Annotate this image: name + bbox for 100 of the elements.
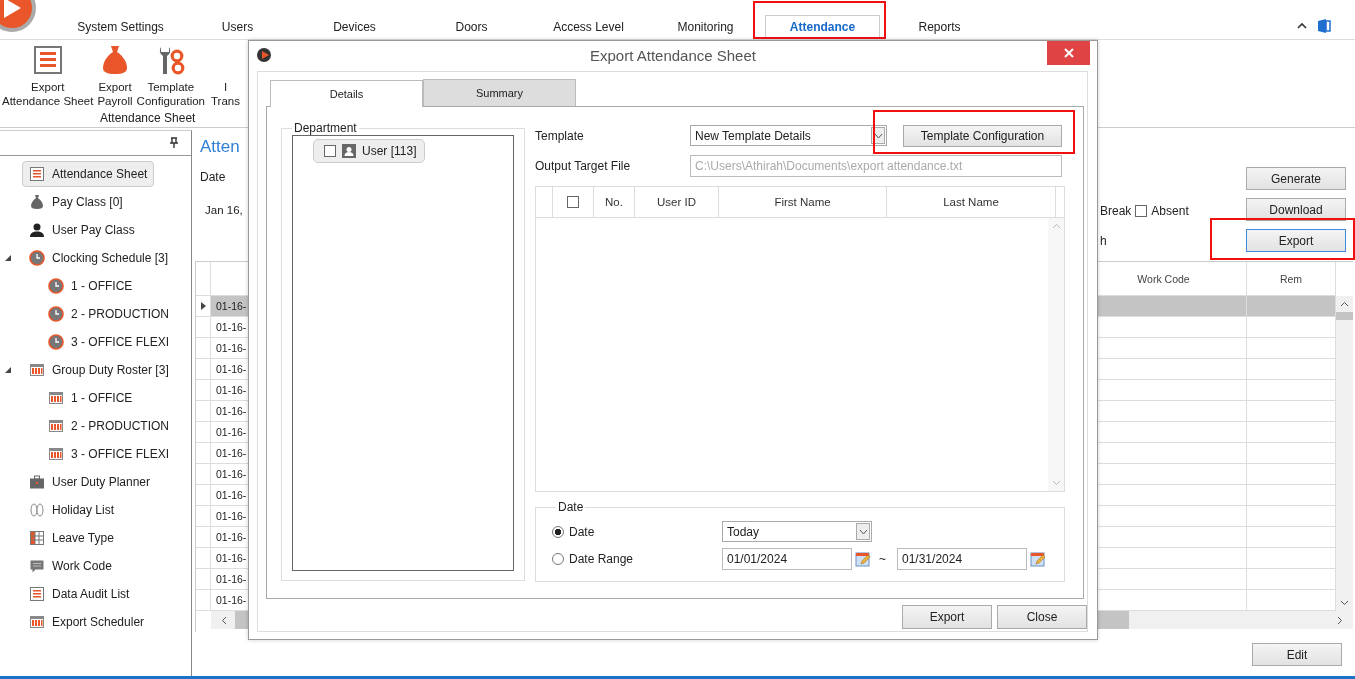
tree-item[interactable]: 2 - PRODUCTION [41,413,176,439]
tree-item[interactable]: 3 - OFFICE FLEXI [41,441,176,467]
menu-tab[interactable]: System Settings [62,16,179,39]
tree-item[interactable]: 3 - OFFICE FLEXI [41,329,176,355]
absent-checkbox[interactable] [1135,205,1148,217]
date-label: Date [200,170,227,184]
pin-icon [169,137,179,149]
scroll-left-icon [221,615,227,625]
tab[interactable]: Summary [423,79,576,106]
calendar-pencil-icon[interactable] [855,550,871,567]
tree-item[interactable]: Leave Type [22,525,121,551]
tree-item[interactable]: Holiday List [22,497,122,523]
play-icon [2,0,22,19]
money-bag-icon [29,194,45,210]
action-button[interactable]: Generate [1246,167,1346,190]
tree-item[interactable]: Group Duty Roster [3] [22,357,176,383]
menu-tab[interactable]: Devices [296,16,413,39]
menu-tab[interactable]: Access Level [530,16,647,39]
checkbox[interactable] [324,145,336,157]
date-field[interactable]: 01/31/2024 [897,547,1027,570]
dialog-button[interactable]: Close [997,605,1087,629]
tree-item[interactable]: Work Code [22,553,119,579]
template-dropdown[interactable]: New Template Details [690,125,887,146]
page-title: Atten [200,137,241,157]
menu-tab[interactable]: Users [179,16,296,39]
tree-item[interactable]: Pay Class [0] [22,189,130,215]
collapse-icon [1297,22,1307,30]
menu-tab[interactable]: Reports [881,16,998,39]
table-grid-icon [29,530,45,546]
calendar-pencil-icon[interactable] [1030,550,1046,567]
calendar-icon [29,362,45,378]
scroll-up-icon [1340,301,1349,307]
calendar-icon [48,418,64,434]
option-label: Break [1100,204,1132,218]
group-title: Department [293,121,358,135]
scroll-down-icon [1051,480,1061,486]
person-icon [342,144,356,158]
scroll-right-icon [1337,615,1343,625]
select-all-checkbox[interactable] [567,196,579,208]
clock-icon [48,306,64,322]
menu-tab[interactable]: Doors [413,16,530,39]
menu-tab[interactable]: Monitoring [647,16,764,39]
radio-option[interactable]: Date Range [552,551,722,566]
vertical-scrollbar[interactable] [1048,218,1064,491]
tree-item[interactable]: User [113] [313,139,426,163]
scroll-up-icon [1051,223,1061,229]
field-label: Template [535,128,585,143]
sandals-icon [29,502,45,518]
date-preset-dropdown[interactable]: Today [722,521,872,542]
column-header[interactable]: No. [594,187,635,217]
vertical-scrollbar[interactable] [1336,296,1353,611]
window-title: Export Attendance Sheet [590,46,756,64]
column-header[interactable]: User ID [635,187,719,217]
tree-item[interactable]: 1 - OFFICE [41,273,140,299]
calendar-icon [48,390,64,406]
menu-tab[interactable]: Attendance [765,15,880,39]
ribbon-button[interactable]: Template Configuration [134,44,207,108]
tree-item[interactable]: Export Scheduler [22,609,152,635]
ribbon-group-label: Attendance Sheet [100,111,196,125]
expanded-arrow-icon[interactable] [4,366,12,374]
dialog-button[interactable]: Export [902,605,992,629]
date-field[interactable]: 01/01/2024 [722,547,852,570]
column-header[interactable]: First Name [719,187,887,217]
play-icon [261,51,269,59]
ribbon-button[interactable]: I Trans [209,44,242,108]
tree-item[interactable]: Clocking Schedule [3] [22,245,176,271]
tree-item[interactable]: Data Audit List [22,581,137,607]
expanded-arrow-icon[interactable] [4,254,12,262]
clock-icon [48,334,64,350]
column-header[interactable]: Rem [1247,262,1336,296]
tab[interactable]: Details [270,80,423,107]
tree-item[interactable]: 2 - PRODUCTION [41,301,176,327]
list-sheet-icon [31,44,64,76]
tree-item[interactable]: Attendance Sheet [22,161,155,187]
row-pointer-icon [200,302,206,310]
person-icon [29,222,45,238]
scrollbar-thumb[interactable] [1336,312,1353,320]
action-button[interactable]: Export [1246,229,1346,252]
action-button[interactable]: Download [1246,198,1346,221]
clock-icon [48,278,64,294]
tree-item[interactable]: 1 - OFFICE [41,385,140,411]
radio-option[interactable]: Date [552,524,722,539]
close-button[interactable] [1047,41,1090,65]
date-text: Jan 16, [204,204,244,216]
edit-button[interactable]: Edit [1252,643,1342,666]
briefcase-icon [29,474,45,490]
range-separator: ~ [879,551,886,566]
template-configuration-button[interactable]: Template Configuration [903,124,1062,147]
clock-icon [29,250,45,266]
column-header[interactable]: Last Name [887,187,1056,217]
ribbon-button[interactable]: Export Attendance Sheet [0,44,96,108]
calendar-icon [48,446,64,462]
speech-bubble-icon [29,558,45,574]
tree-item[interactable]: User Duty Planner [22,469,158,495]
calendar-icon [29,614,45,630]
ribbon-button[interactable]: Export Payroll [95,44,135,108]
field-label: Output Target File [535,158,632,173]
group-title: Date [557,500,585,514]
close-icon [1063,48,1074,58]
tree-item[interactable]: User Pay Class [22,217,142,243]
